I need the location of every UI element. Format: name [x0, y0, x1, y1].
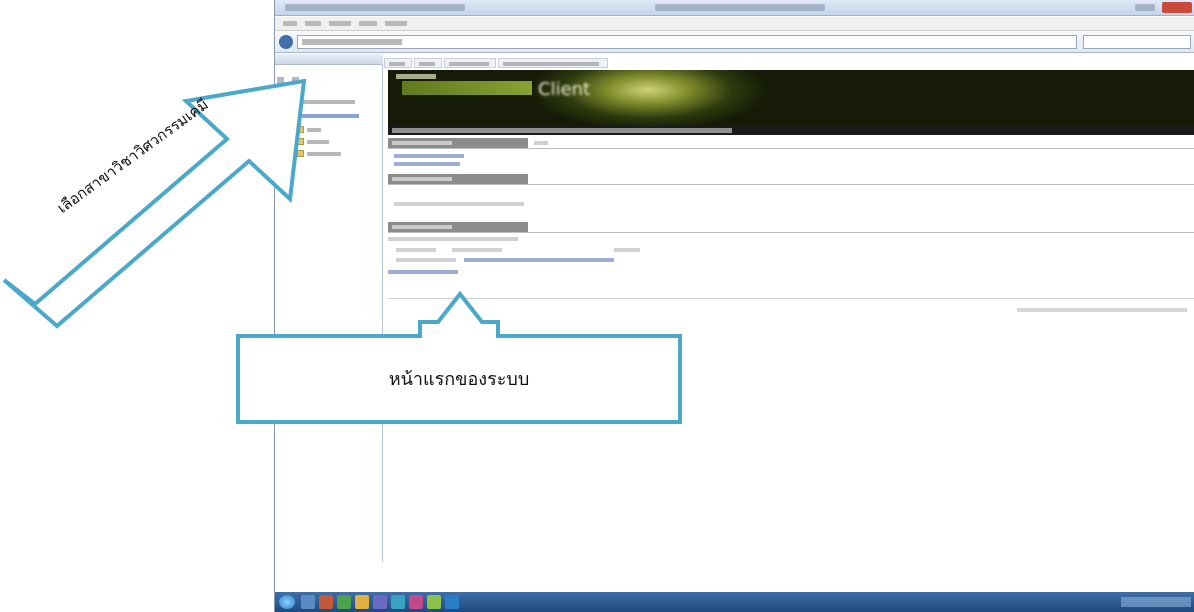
taskbar	[275, 592, 1194, 612]
title-bar-right-text	[1135, 4, 1155, 11]
main-content: Client	[384, 54, 1194, 562]
banner-caption-text	[392, 128, 732, 133]
collection-link[interactable]	[394, 154, 464, 158]
folder-icon	[289, 112, 296, 119]
tree-item-label	[307, 152, 341, 156]
tab-3[interactable]	[444, 58, 496, 68]
tab-4[interactable]	[498, 58, 608, 68]
tree-tool-icon[interactable]	[292, 77, 300, 84]
menu-item-2[interactable]	[305, 21, 321, 26]
app-window: Client	[274, 0, 1194, 612]
section-rule	[388, 184, 1194, 185]
taskbar-app-icon[interactable]	[337, 595, 351, 609]
tab-1[interactable]	[384, 58, 412, 68]
menu-item-4[interactable]	[359, 21, 377, 26]
title-bar	[275, 0, 1194, 16]
start-button-icon[interactable]	[279, 595, 295, 609]
tree-tool-icon[interactable]	[277, 77, 284, 84]
tree-item-child[interactable]	[297, 126, 357, 134]
recent-item-date	[396, 258, 456, 262]
tree-item-label	[307, 140, 329, 144]
banner-small-text	[396, 74, 436, 79]
section-rule	[388, 148, 1194, 149]
collection-link[interactable]	[394, 162, 460, 166]
taskbar-app-icon[interactable]	[409, 595, 423, 609]
close-window-icon[interactable]	[1162, 2, 1192, 13]
search-input[interactable]	[1083, 35, 1191, 49]
folder-icon	[297, 126, 304, 133]
section-recent	[388, 222, 1194, 292]
tree-item-child[interactable]	[297, 138, 357, 146]
banner-logo-text	[402, 81, 532, 95]
tab-bar	[384, 58, 1194, 68]
banner-caption	[388, 126, 1194, 135]
back-icon[interactable]	[279, 35, 293, 49]
client-banner: Client	[388, 70, 1194, 126]
section-subscriptions	[388, 174, 1194, 214]
tree-item-home[interactable]	[277, 84, 357, 92]
taskbar-app-icon[interactable]	[301, 595, 315, 609]
folder-icon	[297, 150, 304, 157]
recent-item-title[interactable]	[388, 237, 518, 241]
more-link[interactable]	[388, 270, 458, 274]
folder-icon	[277, 84, 284, 91]
recent-item-field	[452, 248, 502, 252]
footer-version-text	[1017, 308, 1187, 312]
folder-icon	[283, 98, 290, 105]
tree-item-chemical-engineering[interactable]	[289, 112, 379, 120]
menu-bar	[275, 17, 1194, 31]
address-bar	[275, 31, 1194, 53]
navigation-panel-header	[275, 54, 383, 65]
taskbar-app-icon[interactable]	[391, 595, 405, 609]
section-rule	[388, 232, 1194, 233]
folder-icon	[297, 138, 304, 145]
taskbar-app-icon[interactable]	[355, 595, 369, 609]
tree-item-child[interactable]	[297, 150, 367, 158]
taskbar-app-icon[interactable]	[445, 595, 459, 609]
banner-client-word: Client	[538, 79, 591, 100]
address-input[interactable]	[297, 35, 1077, 49]
taskbar-app-icon[interactable]	[427, 595, 441, 609]
section-header	[388, 174, 528, 184]
arrow-callout-label: เลือกสาขาวิชาวิศวกรรมเคมี	[53, 95, 212, 217]
taskbar-app-icon[interactable]	[319, 595, 333, 609]
arrow-callout-shape	[2, 78, 307, 329]
tree-item-label	[287, 86, 305, 90]
recent-item-link[interactable]	[464, 258, 614, 262]
menu-item-5[interactable]	[385, 21, 407, 26]
window-title	[285, 4, 465, 11]
tree-item-faculty[interactable]	[283, 98, 379, 106]
tree-item-label	[307, 128, 321, 132]
menu-item-1[interactable]	[283, 21, 297, 26]
navigation-tree-panel	[275, 54, 383, 562]
section-collections	[388, 138, 1194, 178]
stage: Client เลือกสาขาวิชาวิศวกรรมเคมี หน้าแรก…	[0, 0, 1194, 612]
content-divider	[388, 298, 1194, 299]
subscription-item[interactable]	[394, 202, 524, 206]
box-callout-label: หน้าแรกของระบบ	[388, 369, 530, 390]
tab-2[interactable]	[414, 58, 442, 68]
tree-item-label	[299, 114, 359, 118]
tree-item-label	[293, 100, 355, 104]
system-tray	[1121, 597, 1191, 607]
recent-item-field	[396, 248, 436, 252]
recent-item-field	[614, 248, 640, 252]
section-header-link[interactable]	[534, 141, 548, 145]
address-text	[302, 39, 402, 45]
navigation-toolbar	[277, 69, 317, 103]
title-bar-center-text	[655, 4, 825, 11]
taskbar-app-icon[interactable]	[373, 595, 387, 609]
section-header	[388, 138, 528, 148]
section-header	[388, 222, 528, 232]
menu-item-3[interactable]	[329, 21, 351, 26]
